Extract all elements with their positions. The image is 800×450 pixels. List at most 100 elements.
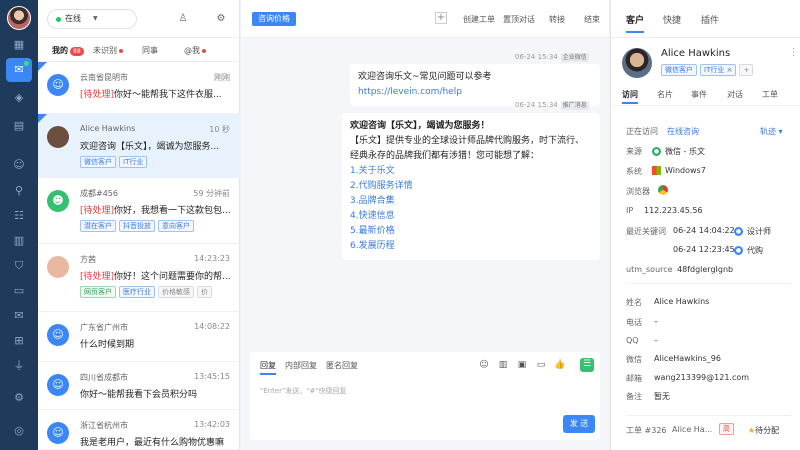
message-body: 【乐文】提供专业的全球设计师品牌代购服务，时下流行、经典永存的品牌我们都有涉猎！… <box>350 136 585 161</box>
message-title: 欢迎咨询【乐文】，竭诚为您服务！ <box>350 121 490 131</box>
conversation-item[interactable]: 方茜 14:23:23 [待处理]你好！这个问题需要你的帮... 网页客户 医疗行业 价格… <box>38 244 240 312</box>
option-link[interactable]: 6.发展历程 <box>350 239 592 254</box>
more-icon[interactable]: ⋮ <box>789 48 798 58</box>
visiting-value[interactable]: 在线咨询 <box>667 126 699 137</box>
conversation-tag: 网页客户 <box>80 286 116 298</box>
thumbs-up-icon[interactable]: 👍 <box>554 359 566 371</box>
clipboard-icon[interactable]: ▤ <box>11 118 27 134</box>
reply-input[interactable]: "Enter"发送，"#"快捷回复 <box>260 386 347 396</box>
conversation-time: 10 秒 <box>209 125 230 134</box>
conversation-item[interactable]: Alice Hawkins 10 秒欢迎咨询【乐文】，竭诚为您服务... 微信客户 I… <box>38 114 240 178</box>
option-link[interactable]: 4.快速信息 <box>350 209 592 224</box>
keyword-label: 最近关键词 <box>626 227 666 236</box>
add-tag-icon[interactable]: + <box>739 64 754 76</box>
shield-icon[interactable]: ⛉ <box>11 258 27 274</box>
search-engine-icon: ● <box>734 246 743 255</box>
tab-card[interactable]: 名片 <box>657 89 673 100</box>
system-label: 系统 <box>626 167 642 176</box>
chart-icon[interactable]: ▥ <box>11 233 27 249</box>
data-icon[interactable]: ⊞ <box>11 333 27 349</box>
conversation-item[interactable]: ☺ 广东省广州市 14:08:22 什么时候到期 <box>38 312 240 362</box>
topic-tag[interactable]: 咨询价格 <box>252 12 296 26</box>
remove-tag-icon[interactable]: × <box>727 66 733 74</box>
tab-events[interactable]: 事件 <box>691 89 707 100</box>
option-link[interactable]: 3.品牌合集 <box>350 194 592 209</box>
settings-icon[interactable]: ⚙ <box>11 390 27 406</box>
folder-icon[interactable]: ▭ <box>535 359 547 371</box>
dashboard-icon[interactable]: ▦ <box>11 37 27 53</box>
conversation-item[interactable]: ☻ 成都#456 59 分钟前 [待处理]你好，我想看一下这款包包... 潜在客户 抖音投… <box>38 178 240 244</box>
mine-count-badge: 88 <box>70 47 84 56</box>
utm-value: 48fdglergIgnb <box>677 265 734 274</box>
conversation-preview: 欢迎咨询【乐文】，竭诚为您服务... <box>80 139 232 152</box>
tab-anonymous-reply[interactable]: 匿名回复 <box>326 360 358 371</box>
status-dropdown[interactable]: 在线 ▼ <box>47 9 137 29</box>
track-link[interactable]: 轨迹 ▾ <box>760 126 783 137</box>
option-link[interactable]: 2.代购服务详情 <box>350 179 592 194</box>
send-button[interactable]: 发 送 <box>563 415 595 433</box>
message-text: 欢迎咨询乐文~常见问题可以参考 <box>358 72 492 82</box>
create-ticket-button[interactable]: 创建工单 <box>463 14 495 25</box>
conversation-tags: 潜在客户 抖音投放 意向客户 <box>80 220 236 232</box>
right-tabs: 客户 快捷 插件 <box>611 0 800 38</box>
tab-dialogs[interactable]: 对话 <box>727 89 743 100</box>
quick-reply-icon[interactable]: ☰ <box>580 358 594 372</box>
option-link[interactable]: 1.关于乐文 <box>350 164 592 179</box>
message-bubble: 欢迎咨询乐文~常见问题可以参考 https://levein.com/help <box>350 64 600 106</box>
conversation-time: 13:42:03 <box>194 420 230 429</box>
barcode-icon[interactable]: ▥ <box>497 359 509 371</box>
tab-unrecognized[interactable]: 未识别 <box>93 45 123 56</box>
tab-mine[interactable]: 我的 88 <box>52 45 84 56</box>
tab-quick[interactable]: 快捷 <box>663 13 681 26</box>
help-icon[interactable]: ◎ <box>11 423 27 439</box>
transfer-button[interactable]: 转接 <box>549 14 565 25</box>
conversation-item[interactable]: ☺ 云南省昆明市 刚刚 [待处理]你好～能帮我下这件衣服... <box>38 62 240 114</box>
user-avatar[interactable] <box>7 6 31 30</box>
windows-icon <box>652 166 661 175</box>
tab-at-me[interactable]: @我 <box>184 45 206 56</box>
message-time: 06-24 15:34 <box>515 101 558 109</box>
conversation-tag: 价 <box>197 286 212 298</box>
conversation-avatar: ☺ <box>47 374 69 396</box>
mail-icon[interactable]: ✉ <box>11 308 27 324</box>
plug-icon[interactable]: ⏚ <box>11 358 27 374</box>
tab-customer[interactable]: 客户 <box>626 13 645 33</box>
conversation-item[interactable]: ☺ 浙江省杭州市 13:42:03 我是老用户，最近有什么购物优惠嘛 <box>38 410 240 450</box>
tab-plugin[interactable]: 插件 <box>701 13 719 26</box>
end-button[interactable]: 结束 <box>584 14 600 25</box>
customer-tag-label: IT行业 <box>704 66 725 74</box>
chat-panel: 咨询价格 + 创建工单 置顶对话 转接 结束 06-24 15:34 企业微信 欢… <box>241 0 609 450</box>
ticket-customer: Alice Ha... <box>672 425 713 434</box>
preview-text: 你好，我想看一下这款包包... <box>114 206 231 216</box>
ticket-label[interactable]: 工单 #326 <box>626 425 667 436</box>
customer-avatar <box>622 48 652 78</box>
team-icon[interactable]: ☷ <box>11 208 27 224</box>
help-link[interactable]: https://levein.com/help <box>358 87 462 97</box>
tab-reply[interactable]: 回复 <box>260 360 276 375</box>
unread-corner <box>38 62 47 71</box>
message-icon[interactable]: ◈ <box>11 90 27 106</box>
tab-tickets[interactable]: 工单 <box>762 89 778 100</box>
add-tag-icon[interactable]: + <box>435 12 447 24</box>
chat-icon[interactable]: ✉ <box>6 58 32 82</box>
conversation-name: 云南省昆明市 <box>80 73 128 82</box>
user-icon[interactable]: ☺ <box>11 157 27 173</box>
user-search-icon[interactable]: ⚲ <box>11 183 27 199</box>
monitor-icon[interactable]: ▭ <box>11 283 27 299</box>
tab-internal-reply[interactable]: 内部回复 <box>285 360 317 371</box>
option-link[interactable]: 5.最新价格 <box>350 224 592 239</box>
message-meta: 06-24 15:34 企业微信 <box>515 53 589 62</box>
pin-conversation-button[interactable]: 置顶对话 <box>503 14 535 25</box>
card-field-value: 暂无 <box>654 392 670 401</box>
person-icon[interactable]: ♙ <box>176 12 190 26</box>
image-icon[interactable]: ▣ <box>516 359 528 371</box>
tab-colleague[interactable]: 同事 <box>142 45 158 56</box>
tab-visit[interactable]: 访问 <box>622 89 638 104</box>
emoji-icon[interactable]: ☺ <box>478 359 490 371</box>
conversation-tag: IT行业 <box>119 156 148 168</box>
gear-icon[interactable]: ⚙ <box>214 12 228 26</box>
conversation-item[interactable]: ☺ 四川省成都市 13:45:15 你好～能帮我看下会员积分吗 <box>38 362 240 410</box>
ticket-status[interactable]: ★待分配 <box>748 425 779 436</box>
conversation-name: 方茜 <box>80 255 96 264</box>
card-field-value: – <box>654 336 658 345</box>
